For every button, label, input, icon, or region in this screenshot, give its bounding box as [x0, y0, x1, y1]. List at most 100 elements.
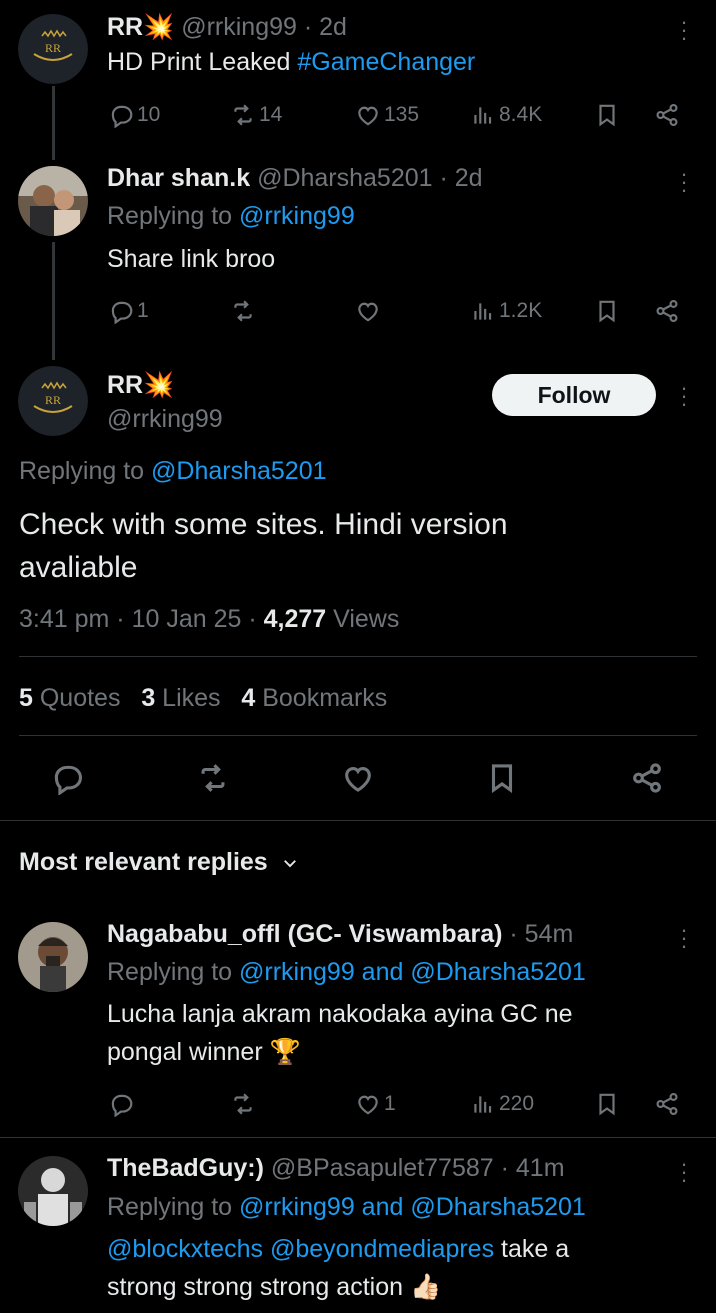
more-options-icon[interactable]: · · ·	[678, 1153, 690, 1191]
reply-text-line2: strong strong strong action 👍🏻	[107, 1272, 441, 1302]
user-name[interactable]: TheBadGuy:)	[107, 1154, 264, 1182]
like-button[interactable]	[355, 294, 381, 328]
timestamp[interactable]: 2d	[455, 164, 483, 192]
heart-icon	[355, 102, 381, 128]
timestamp[interactable]: 41m	[516, 1154, 565, 1182]
author-name-line: RR💥	[107, 370, 174, 400]
more-options-icon[interactable]: · · ·	[678, 919, 690, 957]
views-button[interactable]: 8.4K	[470, 98, 542, 132]
user-handle[interactable]: @rrking99	[181, 13, 297, 41]
tweet-time[interactable]: 3:41 pm	[19, 605, 109, 633]
reply-button[interactable]	[50, 758, 84, 798]
reply-icon	[108, 102, 134, 128]
reply-button[interactable]	[108, 1087, 134, 1121]
replies-sort-dropdown[interactable]: Most relevant replies	[19, 847, 299, 877]
likes-stat[interactable]: 3 Likes	[141, 684, 220, 712]
reply-text-rest: take a	[494, 1235, 570, 1263]
mention-link[interactable]: @Dharsha5201	[410, 1193, 586, 1221]
bookmarks-stat[interactable]: 4 Bookmarks	[241, 684, 387, 712]
user-name[interactable]: Dhar shan.k	[107, 164, 250, 192]
share-icon	[654, 1091, 680, 1117]
bookmark-button[interactable]	[594, 98, 620, 132]
mention-link[interactable]: @blockxtechs	[107, 1235, 263, 1263]
replying-to: Replying to @rrking99 and @Dharsha5201	[107, 957, 586, 987]
tweet-header: Dhar shan.k @Dharsha5201 · 2d	[107, 163, 483, 193]
tweet-text: Share link broo	[107, 245, 276, 273]
reply-count: 1	[137, 299, 149, 322]
reply-header: Nagababu_offl (GC- Viswambara) · 54m	[107, 919, 573, 949]
avatar[interactable]: RR	[18, 366, 88, 436]
mention-link[interactable]: @beyondmediapres	[270, 1235, 494, 1263]
bookmark-button[interactable]	[594, 294, 620, 328]
mention-link[interactable]: @rrking99	[239, 202, 355, 230]
views-count: 220	[499, 1092, 535, 1115]
reply-button[interactable]: 10	[108, 98, 160, 132]
share-button[interactable]	[654, 98, 680, 132]
share-button[interactable]	[654, 1087, 680, 1121]
separator-dot: ·	[432, 164, 455, 192]
share-icon	[654, 102, 680, 128]
timestamp[interactable]: 54m	[525, 920, 574, 948]
tweet-text-line2: avaliable	[19, 551, 138, 584]
separator-dot: ·	[241, 605, 264, 633]
divider	[19, 656, 697, 657]
user-handle[interactable]: @rrking99	[107, 404, 223, 434]
user-name[interactable]: Nagababu_offl (GC- Viswambara)	[107, 920, 502, 948]
mention-link[interactable]: @rrking99	[239, 1193, 355, 1221]
tweet-text-line1: Check with some sites. Hindi version	[19, 508, 508, 541]
like-button[interactable]	[341, 758, 375, 798]
avatar[interactable]	[18, 166, 88, 236]
share-button[interactable]	[630, 758, 664, 798]
views-button[interactable]: 220	[470, 1087, 534, 1121]
more-options-icon[interactable]: · · ·	[678, 163, 690, 201]
replying-label: Replying to	[19, 457, 152, 485]
reply-text-line1: Lucha lanja akram nakodaka ayina GC ne	[107, 1000, 573, 1028]
more-options-icon[interactable]: · · ·	[678, 11, 690, 49]
tweet-header: RR💥 @rrking99 · 2d	[107, 12, 347, 42]
like-button[interactable]: 1	[355, 1087, 396, 1121]
repost-button[interactable]	[196, 758, 230, 798]
bookmarks-count: 4	[241, 684, 256, 712]
share-icon	[654, 298, 680, 324]
more-options-icon[interactable]: · · ·	[678, 377, 690, 415]
views-icon	[470, 298, 496, 324]
reply-icon	[108, 298, 134, 324]
quotes-stat[interactable]: 5 Quotes	[19, 684, 120, 712]
quotes-label: Quotes	[32, 684, 121, 712]
repost-button[interactable]	[230, 1087, 256, 1121]
repost-button[interactable]	[230, 294, 256, 328]
bookmark-button[interactable]	[485, 758, 519, 798]
mention-link[interactable]: @Dharsha5201	[410, 958, 586, 986]
repost-button[interactable]: 14	[230, 98, 282, 132]
reply-text-line2: pongal winner 🏆	[107, 1037, 301, 1067]
user-name[interactable]: RR	[107, 371, 143, 399]
views-count: 8.4K	[499, 103, 543, 126]
mention-link[interactable]: @rrking99	[239, 958, 355, 986]
separator-dot: ·	[502, 920, 525, 948]
tweet-date[interactable]: 10 Jan 25	[132, 605, 242, 633]
timestamp[interactable]: 2d	[319, 13, 347, 41]
user-handle[interactable]: @BPasapulet77587	[271, 1154, 494, 1182]
like-button[interactable]: 135	[355, 98, 419, 132]
avatar[interactable]	[18, 922, 88, 992]
hashtag-link[interactable]: #GameChanger	[297, 48, 475, 76]
and-label: and	[354, 958, 411, 986]
user-name[interactable]: RR	[107, 13, 143, 41]
reply-text-line2-text: pongal winner	[107, 1038, 270, 1066]
replying-to: Replying to @rrking99 and @Dharsha5201	[107, 1192, 586, 1222]
divider	[0, 1137, 716, 1138]
reply-text-line1: @blockxtechs @beyondmediapres take a	[107, 1234, 569, 1264]
avatar[interactable]: RR	[18, 14, 88, 84]
and-label: and	[354, 1193, 411, 1221]
follow-button[interactable]: Follow	[492, 374, 656, 416]
bookmark-button[interactable]	[594, 1087, 620, 1121]
mention-link[interactable]: @Dharsha5201	[151, 457, 327, 485]
user-handle[interactable]: @Dharsha5201	[257, 164, 433, 192]
avatar[interactable]	[18, 1156, 88, 1226]
replying-to: Replying to @rrking99	[107, 201, 355, 231]
share-button[interactable]	[654, 294, 680, 328]
avatar-monogram: RR	[45, 393, 61, 407]
reply-button[interactable]: 1	[108, 294, 149, 328]
views-button[interactable]: 1.2K	[470, 294, 542, 328]
separator-dot: ·	[493, 1154, 516, 1182]
